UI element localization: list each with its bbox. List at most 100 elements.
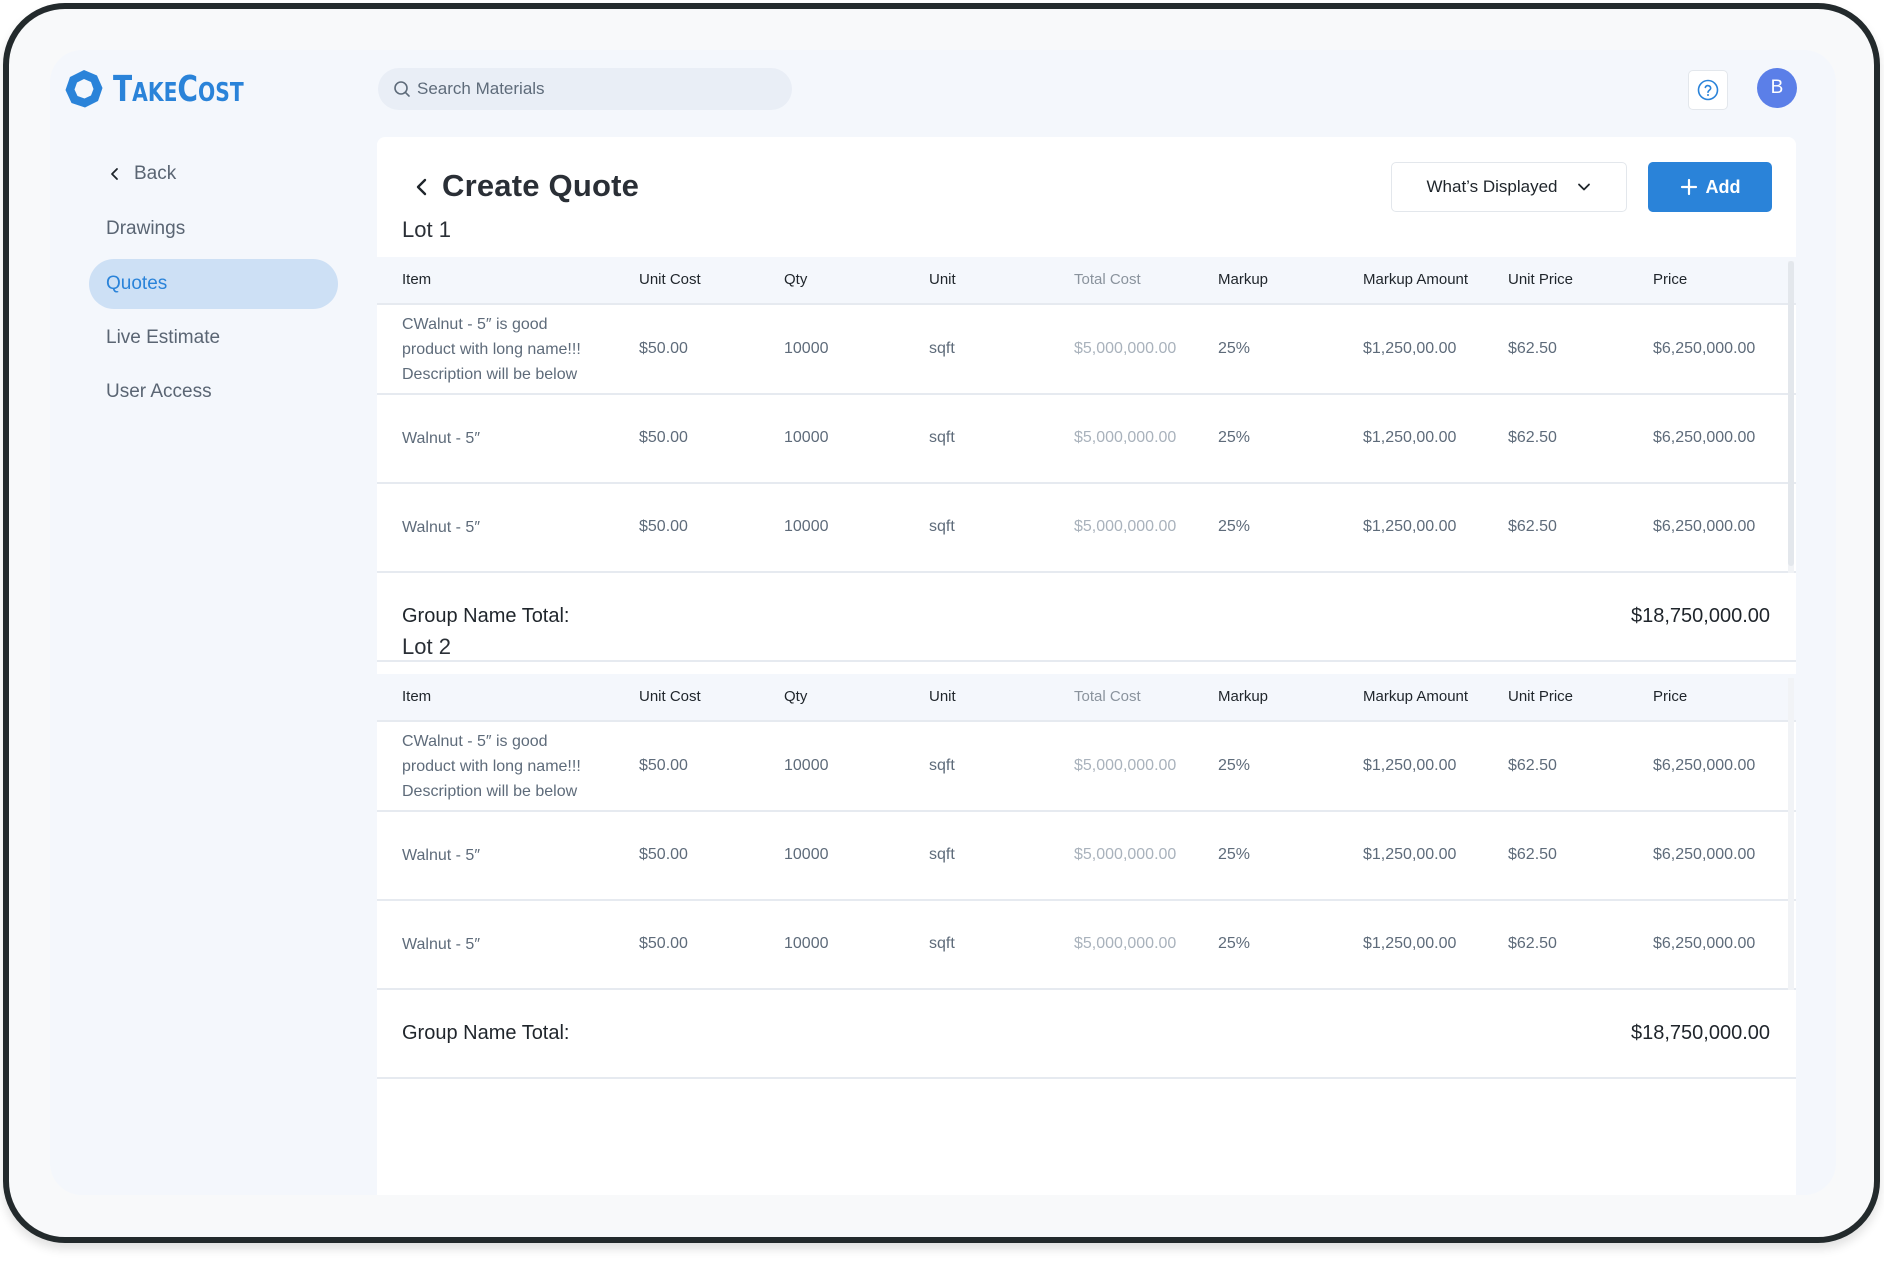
column-header-item[interactable]: Item xyxy=(402,674,431,720)
cell-unit-price: $62.50 xyxy=(1508,340,1557,357)
cell-total-cost: $5,000,000.00 xyxy=(1074,429,1177,446)
sidebar-item-user-access[interactable]: User Access xyxy=(89,367,338,417)
sidebar-item-label: Drawings xyxy=(106,218,186,239)
cell-item: Walnut - 5″ xyxy=(402,429,480,447)
brand-name: TAKECOST xyxy=(113,68,244,110)
cell-qty: 10000 xyxy=(784,846,829,863)
cell-unit-cost: $50.00 xyxy=(639,340,688,357)
page-title: Create Quote xyxy=(442,168,640,203)
cell-qty: 10000 xyxy=(784,429,829,446)
cell-item: Walnut - 5″ xyxy=(402,518,480,536)
column-header-markup[interactable]: Markup xyxy=(1218,257,1268,303)
cell-qty: 10000 xyxy=(784,757,829,774)
group-total-row: Group Name Total: $18,750,000.00 xyxy=(377,989,1796,1079)
cell-markup: 25% xyxy=(1218,429,1251,446)
lot-label: Lot 2 xyxy=(402,634,451,659)
cell-markup-amount: $1,250,00.00 xyxy=(1363,757,1457,774)
sidebar-item-live-estimate[interactable]: Live Estimate xyxy=(89,313,338,363)
column-header-price[interactable]: Price xyxy=(1653,257,1687,303)
cell-unit-price: $62.50 xyxy=(1508,429,1557,446)
add-label: Add xyxy=(1705,176,1741,197)
cell-unit-cost: $50.00 xyxy=(639,429,688,446)
add-button[interactable]: Add xyxy=(1648,162,1772,212)
column-header-unit-price[interactable]: Unit Price xyxy=(1508,257,1573,303)
column-header-item[interactable]: Item xyxy=(402,257,431,303)
cell-total-cost: $5,000,000.00 xyxy=(1074,518,1177,535)
cell-total-cost: $5,000,000.00 xyxy=(1074,340,1177,357)
cell-total-cost: $5,000,000.00 xyxy=(1074,846,1177,863)
cell-markup: 25% xyxy=(1218,757,1251,774)
table-header: Item Unit Cost Qty Unit Total Cost Markup Mark… xyxy=(377,674,1796,722)
table-scrollbar-thumb[interactable] xyxy=(1788,261,1794,566)
cell-item: Walnut - 5″ xyxy=(402,935,480,953)
group-total-value: $18,750,000.00 xyxy=(1630,604,1770,627)
column-header-unit-price[interactable]: Unit Price xyxy=(1508,674,1573,720)
sidebar-item-drawings[interactable]: Drawings xyxy=(89,204,338,254)
table-row[interactable]: Walnut - 5″ $50.00 10000 sqft $5,000,000.00 2… xyxy=(377,900,1796,990)
search-icon xyxy=(394,81,410,97)
search-bar[interactable] xyxy=(378,68,792,110)
cell-price: $6,250,000.00 xyxy=(1653,340,1756,357)
cell-markup: 25% xyxy=(1218,518,1251,535)
lot-label: Lot 1 xyxy=(402,217,451,242)
column-header-unit[interactable]: Unit xyxy=(929,674,956,720)
cell-price: $6,250,000.00 xyxy=(1653,518,1756,535)
whats-displayed-label: What’s Displayed xyxy=(1426,177,1558,196)
cell-unit: sqft xyxy=(929,757,955,774)
cell-markup: 25% xyxy=(1218,846,1251,863)
table-scrollbar[interactable] xyxy=(1788,678,1794,990)
column-header-total-cost[interactable]: Total Cost xyxy=(1074,257,1141,303)
group-total-value: $18,750,000.00 xyxy=(1630,1021,1770,1044)
group-total-row: Group Name Total: $18,750,000.00 xyxy=(377,572,1796,662)
column-header-qty[interactable]: Qty xyxy=(784,674,807,720)
takecost-logo-icon xyxy=(65,70,103,108)
cell-item: CWalnut - 5″ is good product with long n… xyxy=(402,315,581,383)
table-row[interactable]: CWalnut - 5″ is good product with long n… xyxy=(377,722,1796,812)
cell-markup: 25% xyxy=(1218,935,1251,952)
cell-unit-cost: $50.00 xyxy=(639,757,688,774)
table-row[interactable]: Walnut - 5″ $50.00 10000 sqft $5,000,000.00 2… xyxy=(377,483,1796,573)
cell-total-cost: $5,000,000.00 xyxy=(1074,935,1177,952)
column-header-markup-amount[interactable]: Markup Amount xyxy=(1363,674,1468,720)
column-header-qty[interactable]: Qty xyxy=(784,257,807,303)
cell-unit-price: $62.50 xyxy=(1508,518,1557,535)
back-label: Back xyxy=(134,163,177,184)
sidebar-back-link[interactable]: Back xyxy=(108,160,176,188)
whats-displayed-dropdown[interactable]: What’s Displayed xyxy=(1391,162,1627,212)
group-total-label: Group Name Total: xyxy=(402,1021,570,1044)
column-header-unit[interactable]: Unit xyxy=(929,257,956,303)
table-row[interactable]: Walnut - 5″ $50.00 10000 sqft $5,000,000.00 2… xyxy=(377,811,1796,901)
cell-unit-cost: $50.00 xyxy=(639,935,688,952)
table-row[interactable]: Walnut - 5″ $50.00 10000 sqft $5,000,000.00 2… xyxy=(377,394,1796,484)
cell-markup-amount: $1,250,00.00 xyxy=(1363,518,1457,535)
back-chevron-icon[interactable] xyxy=(410,175,434,199)
cell-unit-cost: $50.00 xyxy=(639,846,688,863)
question-circle-icon xyxy=(1697,79,1719,101)
cell-unit: sqft xyxy=(929,518,955,535)
help-button[interactable] xyxy=(1688,70,1728,110)
column-header-unit-cost[interactable]: Unit Cost xyxy=(639,257,701,303)
cell-markup-amount: $1,250,00.00 xyxy=(1363,340,1457,357)
sidebar-item-label: Quotes xyxy=(106,273,168,294)
cell-unit-price: $62.50 xyxy=(1508,935,1557,952)
column-header-markup[interactable]: Markup xyxy=(1218,674,1268,720)
cell-unit: sqft xyxy=(929,846,955,863)
column-header-markup-amount[interactable]: Markup Amount xyxy=(1363,257,1468,303)
sidebar-item-label: User Access xyxy=(106,381,212,402)
column-header-total-cost[interactable]: Total Cost xyxy=(1074,674,1141,720)
cell-markup-amount: $1,250,00.00 xyxy=(1363,846,1457,863)
user-avatar[interactable]: B xyxy=(1757,68,1797,108)
cell-unit-cost: $50.00 xyxy=(639,518,688,535)
logo[interactable]: TAKECOST xyxy=(63,68,281,110)
sidebar-item-quotes[interactable]: Quotes xyxy=(89,259,338,309)
cell-qty: 10000 xyxy=(784,935,829,952)
cell-item: CWalnut - 5″ is good product with long n… xyxy=(402,732,581,800)
table-row[interactable]: CWalnut - 5″ is good product with long n… xyxy=(377,305,1796,395)
column-header-unit-cost[interactable]: Unit Cost xyxy=(639,674,701,720)
column-header-price[interactable]: Price xyxy=(1653,674,1687,720)
cell-unit-price: $62.50 xyxy=(1508,757,1557,774)
search-input[interactable] xyxy=(415,78,759,100)
cell-unit-price: $62.50 xyxy=(1508,846,1557,863)
cell-price: $6,250,000.00 xyxy=(1653,757,1756,774)
table-header: Item Unit Cost Qty Unit Total Cost Markup Mark… xyxy=(377,257,1796,305)
